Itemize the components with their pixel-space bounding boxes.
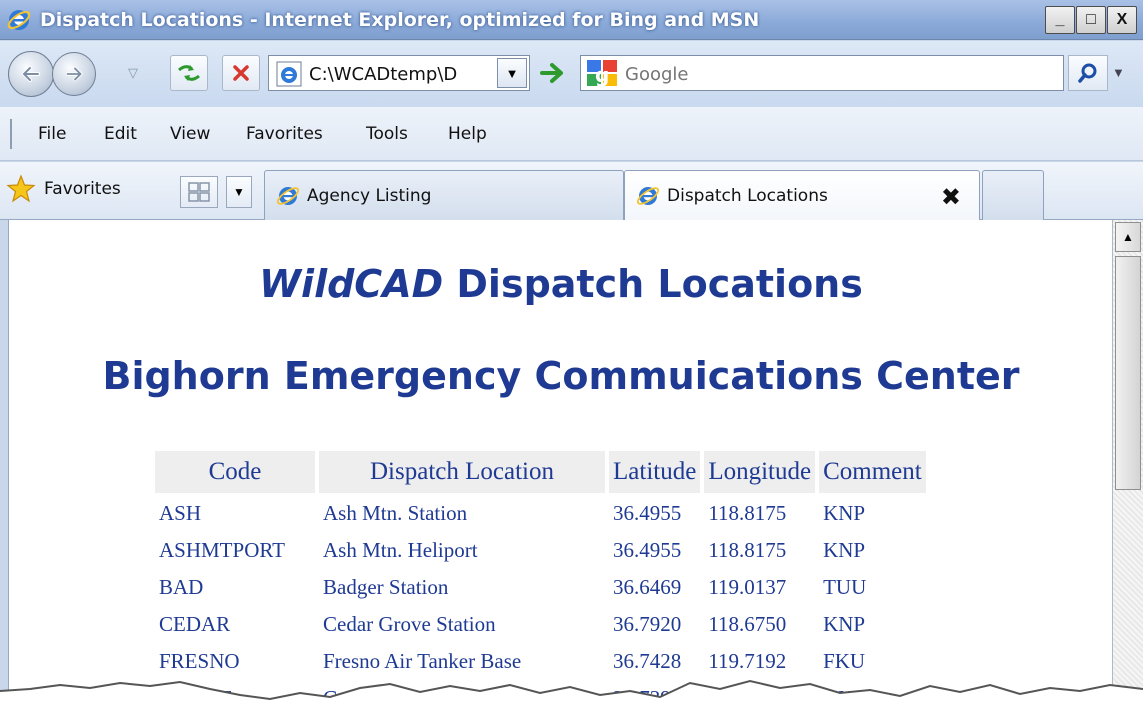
cell-comment: TUU bbox=[823, 574, 867, 599]
tab-agency-listing[interactable]: Agency Listing bbox=[264, 170, 624, 220]
cell-latitude: 36.6469 bbox=[613, 574, 682, 599]
cell-longitude: 119.0137 bbox=[708, 574, 787, 599]
cell-location: Badger Station bbox=[323, 574, 449, 599]
address-input[interactable] bbox=[309, 61, 495, 87]
back-button[interactable] bbox=[8, 51, 54, 97]
quick-tabs-grid-icon bbox=[188, 182, 210, 202]
menu-file[interactable]: File bbox=[38, 124, 66, 144]
menu-view[interactable]: View bbox=[170, 124, 210, 144]
cell-code: CEDAR bbox=[159, 611, 231, 636]
table-row: CEDAR Cedar Grove Station 36.7920 118.67… bbox=[155, 607, 926, 641]
cell-latitude: 36.4955 bbox=[613, 537, 682, 562]
close-tab-icon[interactable]: ✖ bbox=[941, 183, 961, 212]
new-tab-button[interactable] bbox=[982, 170, 1044, 220]
torn-paper-edge bbox=[0, 679, 1143, 725]
svg-text:g: g bbox=[595, 63, 609, 87]
page-subtitle: Bighorn Emergency Commuications Center bbox=[102, 354, 1020, 398]
minimize-button[interactable]: _ bbox=[1045, 6, 1075, 34]
search-options-dropdown-icon[interactable]: ▼ bbox=[1112, 65, 1125, 80]
cell-comment: KNP bbox=[823, 537, 866, 562]
menu-favorites[interactable]: Favorites bbox=[246, 124, 323, 144]
refresh-icon bbox=[178, 65, 200, 81]
menu-edit[interactable]: Edit bbox=[104, 124, 137, 144]
search-input[interactable] bbox=[625, 61, 1045, 87]
close-window-button[interactable]: X bbox=[1107, 6, 1137, 34]
tab-label: Agency Listing bbox=[307, 185, 432, 206]
ie-page-icon bbox=[276, 186, 300, 205]
column-header-code: Code bbox=[155, 451, 315, 493]
table-row: BAD Badger Station 36.6469 119.0137 TUU bbox=[155, 570, 926, 604]
cell-latitude: 36.7920 bbox=[613, 611, 682, 636]
stop-button[interactable] bbox=[222, 55, 260, 91]
tab-dispatch-locations[interactable]: Dispatch Locations ✖ bbox=[624, 170, 980, 220]
column-header-comment: Comment bbox=[819, 451, 926, 493]
title-app-name: WildCAD bbox=[259, 262, 444, 306]
menu-help[interactable]: Help bbox=[448, 124, 487, 144]
column-header-dispatch-location: Dispatch Location bbox=[319, 451, 605, 493]
cell-comment: KNP bbox=[823, 500, 866, 525]
menu-tools[interactable]: Tools bbox=[366, 124, 408, 144]
ie-logo-icon bbox=[7, 10, 31, 30]
navigation-bar: ▽ ▼ bbox=[0, 41, 1143, 107]
cell-code: BAD bbox=[159, 574, 204, 599]
favorites-label: Favorites bbox=[44, 179, 121, 199]
quick-tabs-button[interactable] bbox=[180, 176, 218, 208]
search-bar[interactable]: g bbox=[580, 55, 1064, 91]
address-dropdown-button[interactable]: ▼ bbox=[497, 58, 527, 88]
back-arrow-icon bbox=[21, 66, 40, 82]
cell-location: Cedar Grove Station bbox=[323, 611, 496, 636]
title-text: Dispatch Locations bbox=[443, 262, 863, 306]
cell-latitude: 36.4955 bbox=[613, 500, 682, 525]
cell-code: ASH bbox=[159, 500, 202, 525]
address-bar[interactable]: ▼ bbox=[268, 55, 530, 91]
refresh-button[interactable] bbox=[170, 55, 208, 91]
go-arrow-icon bbox=[540, 63, 563, 83]
google-logo-icon: g bbox=[587, 60, 617, 87]
column-header-longitude: Longitude bbox=[704, 451, 816, 493]
page-content[interactable]: WildCAD Dispatch Locations Bighorn Emerg… bbox=[8, 220, 1112, 725]
tab-bar: Favorites ▼ Agency Listing Dispatch Loca… bbox=[0, 162, 1143, 220]
star-icon bbox=[6, 174, 36, 203]
tab-list-dropdown-icon[interactable]: ▼ bbox=[226, 176, 252, 208]
cell-code: ASHMTPORT bbox=[159, 537, 285, 562]
forward-button[interactable] bbox=[52, 52, 96, 96]
scrollbar-thumb[interactable] bbox=[1115, 256, 1141, 490]
magnifier-icon bbox=[1078, 63, 1097, 83]
title-bar[interactable]: Dispatch Locations - Internet Explorer, … bbox=[0, 0, 1143, 40]
forward-arrow-icon bbox=[65, 66, 84, 82]
table-row: ASHMTPORT Ash Mtn. Heliport 36.4955 118.… bbox=[155, 533, 926, 567]
cell-longitude: 118.6750 bbox=[708, 611, 787, 636]
table-header-row: Code Dispatch Location Latitude Longitud… bbox=[155, 451, 926, 493]
maximize-button[interactable]: □ bbox=[1076, 6, 1106, 34]
cell-longitude: 118.8175 bbox=[708, 537, 787, 562]
vertical-scrollbar[interactable]: ▲ bbox=[1112, 220, 1143, 725]
stop-x-icon bbox=[233, 65, 249, 81]
table-row: ASH Ash Mtn. Station 36.4955 118.8175 KN… bbox=[155, 496, 926, 530]
search-button[interactable] bbox=[1068, 55, 1108, 91]
browser-window: Dispatch Locations - Internet Explorer, … bbox=[0, 0, 1143, 725]
scroll-up-button[interactable]: ▲ bbox=[1115, 222, 1141, 252]
column-header-latitude: Latitude bbox=[609, 451, 701, 493]
page-icon bbox=[276, 61, 302, 87]
toolbar-grip bbox=[10, 119, 12, 149]
go-button[interactable] bbox=[534, 55, 572, 91]
cell-comment: KNP bbox=[823, 611, 866, 636]
cell-location: Ash Mtn. Heliport bbox=[323, 537, 478, 562]
menu-bar: File Edit View Favorites Tools Help bbox=[0, 107, 1143, 161]
favorites-button[interactable]: Favorites bbox=[6, 172, 121, 206]
cell-location: Ash Mtn. Station bbox=[323, 500, 468, 525]
tab-label: Dispatch Locations bbox=[667, 185, 828, 206]
history-dropdown-icon[interactable]: ▽ bbox=[128, 65, 138, 81]
window-title: Dispatch Locations - Internet Explorer, … bbox=[40, 9, 760, 31]
page-title: WildCAD Dispatch Locations bbox=[9, 262, 1113, 306]
cell-longitude: 118.8175 bbox=[708, 500, 787, 525]
ie-page-icon bbox=[636, 186, 660, 205]
